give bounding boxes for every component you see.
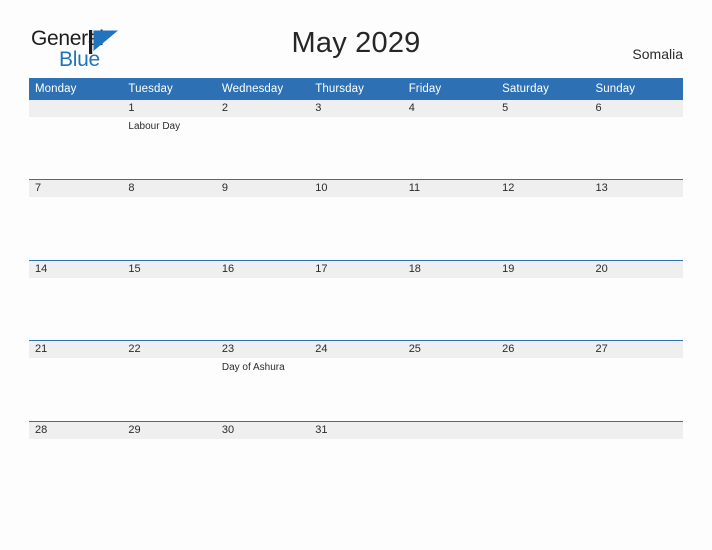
day-cell[interactable]: 28: [29, 421, 123, 459]
day-number: [402, 421, 497, 439]
weekday-wednesday: Wednesday: [221, 83, 284, 95]
day-number: 20: [589, 260, 683, 278]
day-number: 18: [402, 260, 497, 278]
week-row: 21 22 23 Day of Ashura 24 25 26 27: [29, 340, 683, 421]
week-row: 14 15 16 17 18 19 20: [29, 259, 683, 341]
weekday-thursday: Thursday: [315, 83, 365, 95]
week-row: 1 Labour Day 2 3 4 5 6: [29, 100, 683, 179]
day-cell[interactable]: 12: [496, 180, 590, 260]
day-number: 12: [496, 180, 590, 197]
calendar-grid: Monday Tuesday Wednesday Thursday Friday…: [29, 78, 683, 459]
day-cell[interactable]: 7: [29, 180, 123, 260]
day-cell[interactable]: 30: [215, 421, 310, 459]
day-number: 24: [309, 341, 403, 358]
country-label: Somalia: [632, 46, 683, 62]
day-number: 1: [122, 100, 216, 117]
day-cell[interactable]: 9: [215, 180, 310, 260]
day-number: 29: [122, 421, 216, 439]
day-cell[interactable]: [402, 421, 497, 459]
day-number: 10: [309, 180, 403, 197]
day-number: 25: [402, 341, 497, 358]
day-cell[interactable]: 15: [122, 260, 216, 341]
day-cell[interactable]: 8: [122, 180, 216, 260]
day-number: 5: [496, 100, 590, 117]
day-number: 8: [122, 180, 216, 197]
day-cell[interactable]: 3: [309, 100, 403, 179]
day-cell[interactable]: 14: [29, 260, 123, 341]
day-number: 13: [589, 180, 683, 197]
day-number: 19: [496, 260, 590, 278]
weekday-saturday: Saturday: [502, 83, 549, 95]
week-row: 28 29 30 31: [29, 420, 683, 459]
day-number: 21: [29, 341, 123, 358]
day-cell[interactable]: [589, 421, 683, 459]
day-cell[interactable]: 22: [122, 341, 216, 421]
day-number: 7: [29, 180, 123, 197]
day-number: 17: [309, 260, 403, 278]
day-cell[interactable]: 17: [309, 260, 403, 341]
day-cell[interactable]: 31: [309, 421, 403, 459]
day-number: [29, 100, 123, 117]
day-cell[interactable]: 13: [589, 180, 683, 260]
day-number: 28: [29, 421, 123, 439]
page-title: May 2029: [291, 27, 421, 59]
day-cell[interactable]: 16: [215, 260, 310, 341]
day-number: 30: [215, 421, 310, 439]
weekday-sunday: Sunday: [595, 83, 636, 95]
day-number: 31: [309, 421, 403, 439]
day-cell[interactable]: 29: [122, 421, 216, 459]
day-number: 11: [402, 180, 497, 197]
day-cell[interactable]: 20: [589, 260, 683, 341]
day-cell[interactable]: 5: [496, 100, 590, 179]
day-cell[interactable]: 11: [402, 180, 497, 260]
day-cell[interactable]: 27: [589, 341, 683, 421]
week-row: 7 8 9 10 11 12 13: [29, 179, 683, 260]
day-cell[interactable]: 4: [402, 100, 497, 179]
day-number: 14: [29, 260, 123, 278]
day-number: [496, 421, 590, 439]
day-cell[interactable]: 1 Labour Day: [122, 100, 216, 179]
day-cell[interactable]: 18: [402, 260, 497, 341]
day-cell[interactable]: 24: [309, 341, 403, 421]
day-cell[interactable]: [496, 421, 590, 459]
day-cell[interactable]: 2: [215, 100, 310, 179]
calendar-page: General Blue May 2029 Somalia Monday Tue…: [0, 0, 712, 550]
day-cell[interactable]: 6: [589, 100, 683, 179]
day-cell[interactable]: 21: [29, 341, 123, 421]
day-number: 26: [496, 341, 590, 358]
weekday-monday: Monday: [35, 83, 77, 95]
day-number: 4: [402, 100, 497, 117]
day-cell[interactable]: 25: [402, 341, 497, 421]
page-header: General Blue May 2029 Somalia: [0, 0, 712, 70]
day-cell[interactable]: 19: [496, 260, 590, 341]
day-number: [589, 421, 683, 439]
weekday-friday: Friday: [408, 83, 442, 95]
day-number: 16: [215, 260, 310, 278]
day-number: 15: [122, 260, 216, 278]
day-number: 23: [215, 341, 310, 358]
day-cell[interactable]: 10: [309, 180, 403, 260]
day-cell[interactable]: [29, 100, 123, 179]
weekday-tuesday: Tuesday: [128, 83, 173, 95]
day-number: 9: [215, 180, 310, 197]
day-number: 22: [122, 341, 216, 358]
weekday-header-row: Monday Tuesday Wednesday Thursday Friday…: [29, 78, 683, 100]
day-number: 27: [589, 341, 683, 358]
day-cell[interactable]: 23 Day of Ashura: [215, 341, 310, 421]
day-number: 3: [309, 100, 403, 117]
day-event: Labour Day: [128, 121, 181, 132]
day-cell[interactable]: 26: [496, 341, 590, 421]
day-number: 2: [215, 100, 310, 117]
day-event: Day of Ashura: [221, 362, 285, 373]
day-number: 6: [589, 100, 683, 117]
